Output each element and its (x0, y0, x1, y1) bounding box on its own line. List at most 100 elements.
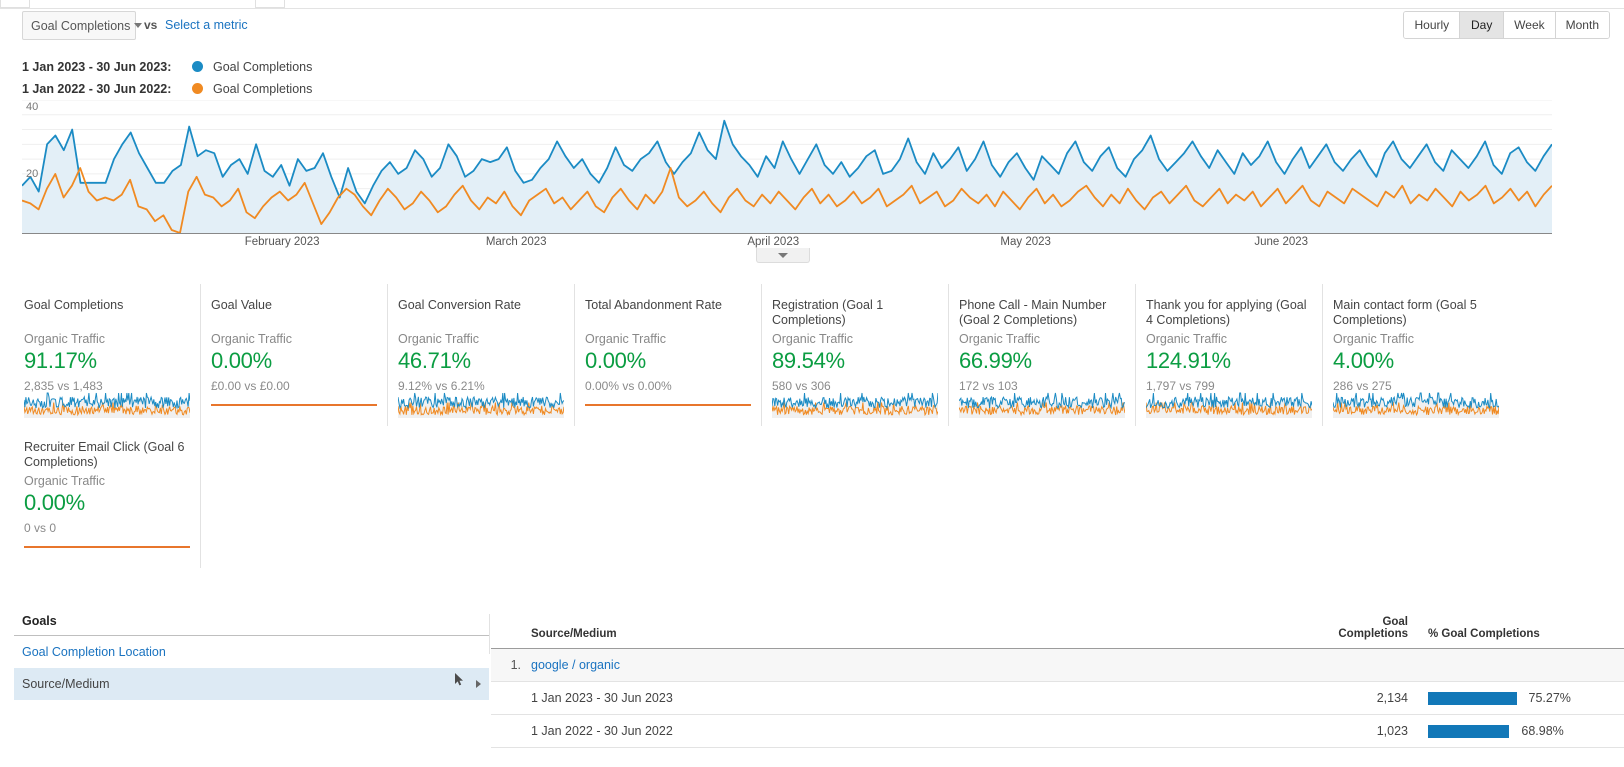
table-row[interactable]: 1 Jan 2022 - 30 Jun 2022 1,023 68.98% (491, 714, 1624, 748)
metric-card[interactable]: Goal Conversion Rate Organic Traffic 46.71… (388, 284, 575, 426)
chart-header: Goal Completions vs Select a metric Hour… (0, 11, 1624, 45)
metric-card-sparkline (23, 392, 191, 418)
metric-card-percentage: 0.00% (211, 348, 272, 373)
table-header-gc-line2: Completions (1338, 628, 1408, 640)
metric-card-title: Phone Call - Main Number (Goal 2 Complet… (959, 298, 1107, 327)
metric-card-title: Registration (Goal 1 Completions) (772, 298, 884, 327)
select-metric-link[interactable]: Select a metric (165, 18, 248, 32)
chevron-right-icon (476, 680, 481, 688)
metric-card-sparkline-flat (211, 404, 377, 406)
bottom-section: Goals Goal Completion Location Source/Med… (0, 608, 1624, 767)
table-cell-dimension[interactable]: google / organic (525, 648, 1294, 682)
table-cell-pct-goal-completions: 68.98% (1414, 714, 1624, 748)
metric-card-sparkline (771, 392, 939, 418)
metric-card-percentage: 4.00% (1333, 348, 1394, 373)
tab-strip-hairline (0, 0, 1624, 9)
table-cell-goal-completions: 2,134 (1294, 681, 1414, 715)
table-header-pct-goal-completions[interactable]: % Goal Completions (1414, 608, 1624, 649)
chart-collapse-button[interactable] (756, 248, 810, 263)
source-medium-table-panel: Source/Medium Goal Completions % Goal Co… (491, 608, 1624, 748)
metric-card[interactable]: Registration (Goal 1 Completions) Organic… (762, 284, 949, 426)
table-cell-dimension: 1 Jan 2022 - 30 Jun 2022 (525, 714, 1294, 748)
chart-legend: 1 Jan 2023 - 30 Jun 2023: Goal Completion… (22, 56, 312, 100)
panel-divider (489, 614, 490, 654)
metric-card-segment: Organic Traffic (211, 332, 293, 346)
metric-card-title: Main contact form (Goal 5 Completions) (1333, 298, 1477, 327)
chart-svg (21, 99, 1553, 234)
goals-dimension-label: Source/Medium (22, 677, 110, 691)
chart-plot-area[interactable] (21, 99, 1553, 235)
pct-bar (1428, 691, 1517, 705)
table-cell-index (491, 714, 525, 748)
chart-y-tick-40: 40 (26, 101, 39, 113)
metric-card-comparison: 580 vs 306 (772, 379, 831, 393)
legend-color-dot (192, 83, 203, 94)
time-option-week[interactable]: Week (1504, 12, 1556, 38)
table-header-gc-line1: Goal (1382, 616, 1408, 628)
table-cell-index: 1. (491, 648, 525, 682)
time-option-hourly[interactable]: Hourly (1404, 12, 1461, 38)
chart-y-tick-20: 20 (26, 168, 39, 180)
time-option-month[interactable]: Month (1555, 12, 1609, 38)
metric-card[interactable]: Phone Call - Main Number (Goal 2 Complet… (949, 284, 1136, 426)
metric-card-sparkline-flat (24, 546, 190, 548)
table-cell-dimension: 1 Jan 2023 - 30 Jun 2023 (525, 681, 1294, 715)
mouse-cursor-icon (455, 673, 463, 686)
goals-panel-title: Goals (14, 608, 489, 636)
metric-card-title: Recruiter Email Click (Goal 6 Completion… (24, 440, 185, 469)
table-cell-pct-goal-completions: 75.27% (1414, 681, 1624, 715)
metric-card-segment: Organic Traffic (24, 474, 106, 488)
table-cell-goal-completions: 1,023 (1294, 714, 1414, 748)
metric-card[interactable]: Thank you for applying (Goal 4 Completio… (1136, 284, 1323, 426)
metric-card-title: Total Abandonment Rate (585, 298, 722, 312)
metric-card[interactable]: Goal Value Organic Traffic 0.00% £0.00 vs £… (201, 284, 388, 426)
table-cell-pct-goal-completions (1414, 648, 1624, 682)
metric-card-title: Thank you for applying (Goal 4 Completio… (1146, 298, 1307, 327)
metric-cards-row-1: Goal Completions Organic Traffic 91.17% 2,8… (14, 284, 1610, 426)
metric-card-comparison: 1,797 vs 799 (1146, 379, 1215, 393)
metric-select[interactable]: Goal Completions (22, 11, 143, 40)
vs-label: vs (144, 18, 158, 32)
metric-card-segment: Organic Traffic (398, 332, 480, 346)
table-header-index (491, 608, 525, 649)
metric-card-comparison: 9.12% vs 6.21% (398, 379, 485, 393)
chevron-down-icon (134, 23, 143, 28)
time-option-day[interactable]: Day (1460, 12, 1505, 38)
chart-x-tick-2: April 2023 (747, 236, 800, 248)
table-row[interactable]: 1. google / organic (491, 648, 1624, 682)
goals-dimension-item-0[interactable]: Goal Completion Location (14, 636, 489, 668)
table-row[interactable]: 1 Jan 2023 - 30 Jun 2023 2,134 75.27% (491, 681, 1624, 715)
metric-select-label: Goal Completions (31, 18, 131, 33)
chart-x-tick-3: May 2023 (1000, 236, 1051, 248)
metric-card-segment: Organic Traffic (772, 332, 854, 346)
metric-card[interactable]: Goal Completions Organic Traffic 91.17% 2,8… (14, 284, 201, 426)
metric-card[interactable]: Recruiter Email Click (Goal 6 Completion… (14, 426, 201, 568)
metric-card-percentage: 89.54% (772, 348, 845, 373)
metric-card-sparkline (958, 392, 1126, 418)
chart-x-tick-4: June 2023 (1254, 236, 1309, 248)
metric-card[interactable]: Total Abandonment Rate Organic Traffic 0.0… (575, 284, 762, 426)
legend-date-range: 1 Jan 2023 - 30 Jun 2023: (22, 59, 172, 74)
table-header-goal-completions[interactable]: Goal Completions (1294, 608, 1414, 649)
metric-card[interactable]: Main contact form (Goal 5 Completions) Or… (1323, 284, 1510, 426)
main-chart: February 2023 March 2023 April 2023 May 202… (0, 99, 1624, 260)
legend-row-0: 1 Jan 2023 - 30 Jun 2023: Goal Completion… (22, 56, 312, 77)
metric-card-percentage: 124.91% (1146, 348, 1231, 373)
metric-card-comparison: 2,835 vs 1,483 (24, 379, 103, 393)
legend-date-range: 1 Jan 2022 - 30 Jun 2022: (22, 81, 172, 96)
chevron-down-icon (778, 252, 788, 258)
metric-card-percentage: 66.99% (959, 348, 1032, 373)
goals-dimension-label: Goal Completion Location (22, 645, 166, 659)
metric-card-percentage: 0.00% (585, 348, 646, 373)
source-medium-link[interactable]: google / organic (531, 658, 620, 672)
metric-card-sparkline (397, 392, 565, 418)
table-header-dimension[interactable]: Source/Medium (525, 608, 1294, 649)
metric-card-title: Goal Value (211, 298, 272, 312)
legend-color-dot (192, 61, 203, 72)
legend-row-1: 1 Jan 2022 - 30 Jun 2022: Goal Completion… (22, 78, 312, 99)
goals-dimension-item-1[interactable]: Source/Medium (14, 668, 489, 700)
metric-card-sparkline (1145, 392, 1313, 418)
time-granularity-toggle[interactable]: Hourly Day Week Month (1403, 11, 1610, 39)
metric-card-title: Goal Conversion Rate (398, 298, 521, 312)
pct-value: 75.27% (1528, 691, 1571, 705)
